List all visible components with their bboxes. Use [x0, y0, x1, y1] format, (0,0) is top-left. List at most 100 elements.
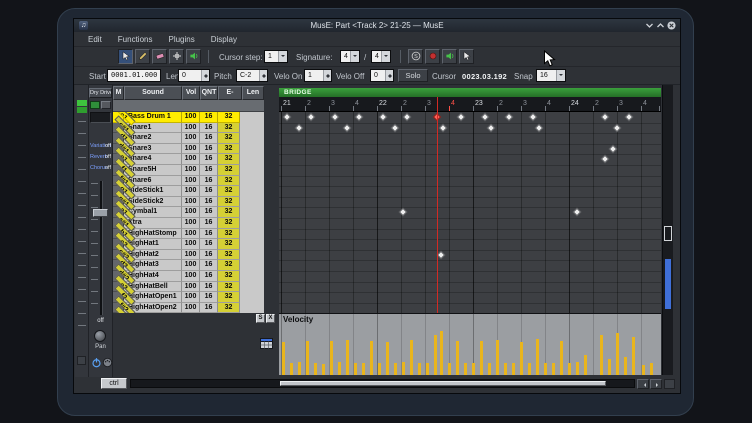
- velocity-bar[interactable]: [642, 365, 645, 375]
- velocity-bar[interactable]: [650, 363, 653, 375]
- velocity-bar[interactable]: [426, 363, 429, 375]
- cell-vol[interactable]: 100: [182, 303, 200, 313]
- velocity-bar[interactable]: [488, 363, 491, 375]
- len-input[interactable]: 0: [178, 69, 210, 82]
- cell-vol[interactable]: 100: [182, 282, 200, 293]
- velocity-bar[interactable]: [568, 363, 571, 375]
- cell-qnt[interactable]: 16: [200, 186, 218, 197]
- signature-denominator-select[interactable]: 4: [371, 50, 391, 63]
- velocity-bar[interactable]: [410, 340, 413, 375]
- cell-vol[interactable]: 100: [182, 207, 200, 218]
- volume-slider-track[interactable]: [100, 181, 103, 315]
- note-grid[interactable]: [279, 112, 661, 313]
- pitch-input[interactable]: C-2: [236, 69, 268, 82]
- vertical-scrollbar[interactable]: [662, 85, 673, 375]
- cell-len[interactable]: 32: [218, 112, 240, 123]
- solo-button[interactable]: Solo: [398, 69, 428, 82]
- velocity-bar[interactable]: [330, 341, 333, 375]
- tool-cursor-button[interactable]: [169, 49, 184, 64]
- midi-plug-icon[interactable]: [102, 355, 113, 366]
- velocity-bar[interactable]: [314, 363, 317, 375]
- ctrl-button[interactable]: ctrl: [101, 378, 127, 389]
- note-diamond[interactable]: [625, 113, 633, 121]
- velocity-bar[interactable]: [528, 363, 531, 375]
- cell-len[interactable]: 32: [218, 250, 240, 261]
- menu-item-functions[interactable]: Functions: [110, 32, 161, 46]
- marker-bar[interactable]: BRIDGE: [279, 88, 661, 97]
- note-diamond[interactable]: [535, 123, 543, 131]
- drum-row[interactable]: HighHat410016d#232: [113, 271, 264, 282]
- cell-len[interactable]: 32: [218, 229, 240, 240]
- horizontal-scrollbar[interactable]: [130, 379, 635, 388]
- velocity-bar[interactable]: [370, 341, 373, 375]
- drum-row[interactable]: Snare210016d132: [113, 133, 264, 144]
- cell-vol[interactable]: 100: [182, 260, 200, 271]
- cell-vol[interactable]: 100: [182, 292, 200, 303]
- velocity-bar[interactable]: [290, 363, 293, 375]
- record-arm-button[interactable]: [90, 101, 100, 109]
- note-diamond[interactable]: [343, 123, 351, 131]
- mode-step-record-button[interactable]: S: [408, 49, 423, 64]
- send-row-reverb[interactable]: Reverboff: [89, 152, 112, 162]
- note-diamond[interactable]: [283, 113, 291, 121]
- title-bar[interactable]: ♫ MusE: Part <Track 2> 21-25 — MusE: [74, 19, 680, 32]
- cell-len[interactable]: 32: [218, 186, 240, 197]
- velocity-bar[interactable]: [504, 363, 507, 375]
- cell-len[interactable]: 32: [218, 176, 240, 187]
- column-header-vol[interactable]: Vol: [182, 86, 200, 100]
- drum-row[interactable]: HighHatStomp10016b132: [113, 229, 264, 240]
- chevron-down-icon[interactable]: [556, 70, 565, 81]
- drum-row[interactable]: SideStick110016g132: [113, 186, 264, 197]
- controller-close-button[interactable]: X: [266, 314, 275, 323]
- cell-qnt[interactable]: 16: [200, 165, 218, 176]
- note-diamond[interactable]: [487, 123, 495, 131]
- velocity-bar[interactable]: [536, 339, 539, 375]
- drum-row[interactable]: Snare310016d#132: [113, 144, 264, 155]
- note-diamond[interactable]: [609, 145, 617, 153]
- snap-select[interactable]: 16: [536, 69, 566, 82]
- cell-qnt[interactable]: 16: [200, 229, 218, 240]
- cell-len[interactable]: 32: [218, 303, 240, 313]
- drum-row[interactable]: HighHatOpen210016f#232: [113, 303, 264, 313]
- velocity-bar[interactable]: [378, 363, 381, 375]
- cell-len[interactable]: 32: [218, 271, 240, 282]
- cell-vol[interactable]: 100: [182, 229, 200, 240]
- velocity-bar[interactable]: [394, 363, 397, 375]
- start-input[interactable]: 0001.01.000: [107, 69, 161, 82]
- drum-row[interactable]: Snare5H10016f132: [113, 165, 264, 176]
- column-header-e-note[interactable]: E-Note: [218, 86, 242, 100]
- velocity-bar[interactable]: [472, 363, 475, 375]
- menu-item-plugins[interactable]: Plugins: [160, 32, 202, 46]
- velocity-bar[interactable]: [418, 363, 421, 375]
- drum-row[interactable]: HighHatOpen110016f232: [113, 292, 264, 303]
- note-diamond[interactable]: [601, 113, 609, 121]
- send-row-variation[interactable]: Variationoff: [89, 141, 112, 151]
- mode-speaker-button[interactable]: [442, 49, 457, 64]
- patch-display[interactable]: [90, 112, 111, 123]
- note-diamond[interactable]: [457, 113, 465, 121]
- note-diamond[interactable]: [481, 113, 489, 121]
- cell-qnt[interactable]: 16: [200, 197, 218, 208]
- cell-vol[interactable]: 100: [182, 176, 200, 187]
- note-diamond[interactable]: [529, 113, 537, 121]
- velocity-bar[interactable]: [464, 363, 467, 375]
- cell-vol[interactable]: 100: [182, 154, 200, 165]
- cell-qnt[interactable]: 16: [200, 218, 218, 229]
- column-header-qnt[interactable]: QNT: [200, 86, 218, 100]
- velocity-bar[interactable]: [624, 357, 627, 375]
- io-button[interactable]: [77, 356, 86, 365]
- mode-midi-in-button[interactable]: [425, 49, 440, 64]
- drum-row[interactable]: HighHat110016c232: [113, 239, 264, 250]
- cell-qnt[interactable]: 16: [200, 176, 218, 187]
- velocity-bar[interactable]: [282, 342, 285, 375]
- controller-s-button[interactable]: S: [256, 314, 265, 323]
- vertical-scroll-handle[interactable]: [664, 226, 672, 241]
- velo-on-input[interactable]: 1: [304, 69, 332, 82]
- cell-vol[interactable]: 100: [182, 197, 200, 208]
- note-diamond[interactable]: [573, 208, 581, 216]
- maximize-icon[interactable]: [655, 20, 666, 31]
- drum-row[interactable]: HighHat310016d232: [113, 260, 264, 271]
- controller-select-icon[interactable]: [260, 337, 273, 350]
- shade-icon[interactable]: [644, 20, 655, 31]
- pan-knob[interactable]: [94, 330, 106, 342]
